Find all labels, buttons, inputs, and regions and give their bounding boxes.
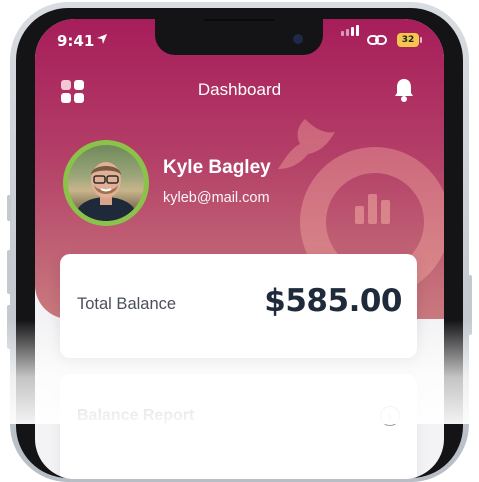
status-time: 9:41 [57, 32, 95, 50]
side-button-silent [7, 195, 11, 221]
user-name: Kyle Bagley [163, 157, 271, 178]
battery-tip [420, 37, 422, 43]
side-button-volume-up [7, 250, 11, 294]
side-button-volume-down [7, 305, 11, 349]
location-arrow-icon [97, 34, 107, 44]
bell-icon[interactable] [393, 77, 415, 103]
person-portrait-icon [76, 162, 136, 221]
side-button-power [468, 275, 472, 335]
balance-report-title: Balance Report [77, 407, 195, 424]
notch [155, 19, 323, 55]
info-icon[interactable]: i [380, 406, 400, 426]
total-balance-label: Total Balance [77, 295, 177, 313]
decorative-leaf-icon [278, 119, 335, 169]
avatar-photo [68, 145, 144, 221]
page-title: Dashboard [197, 80, 282, 99]
front-camera [293, 34, 303, 44]
total-balance-card[interactable]: Total Balance $585.00 [60, 254, 417, 358]
balance-report-card[interactable]: Balance Report i [60, 374, 417, 479]
link-icon [367, 35, 387, 45]
app-screen: 9:41 32 Dashboard Kyle Bagley kyleb@mail… [35, 19, 444, 479]
speaker-grille [203, 19, 275, 21]
total-balance-amount: $585.00 [264, 283, 402, 319]
user-email: kyleb@mail.com [163, 190, 270, 206]
battery-icon: 32 [397, 33, 419, 47]
avatar[interactable] [63, 140, 149, 226]
